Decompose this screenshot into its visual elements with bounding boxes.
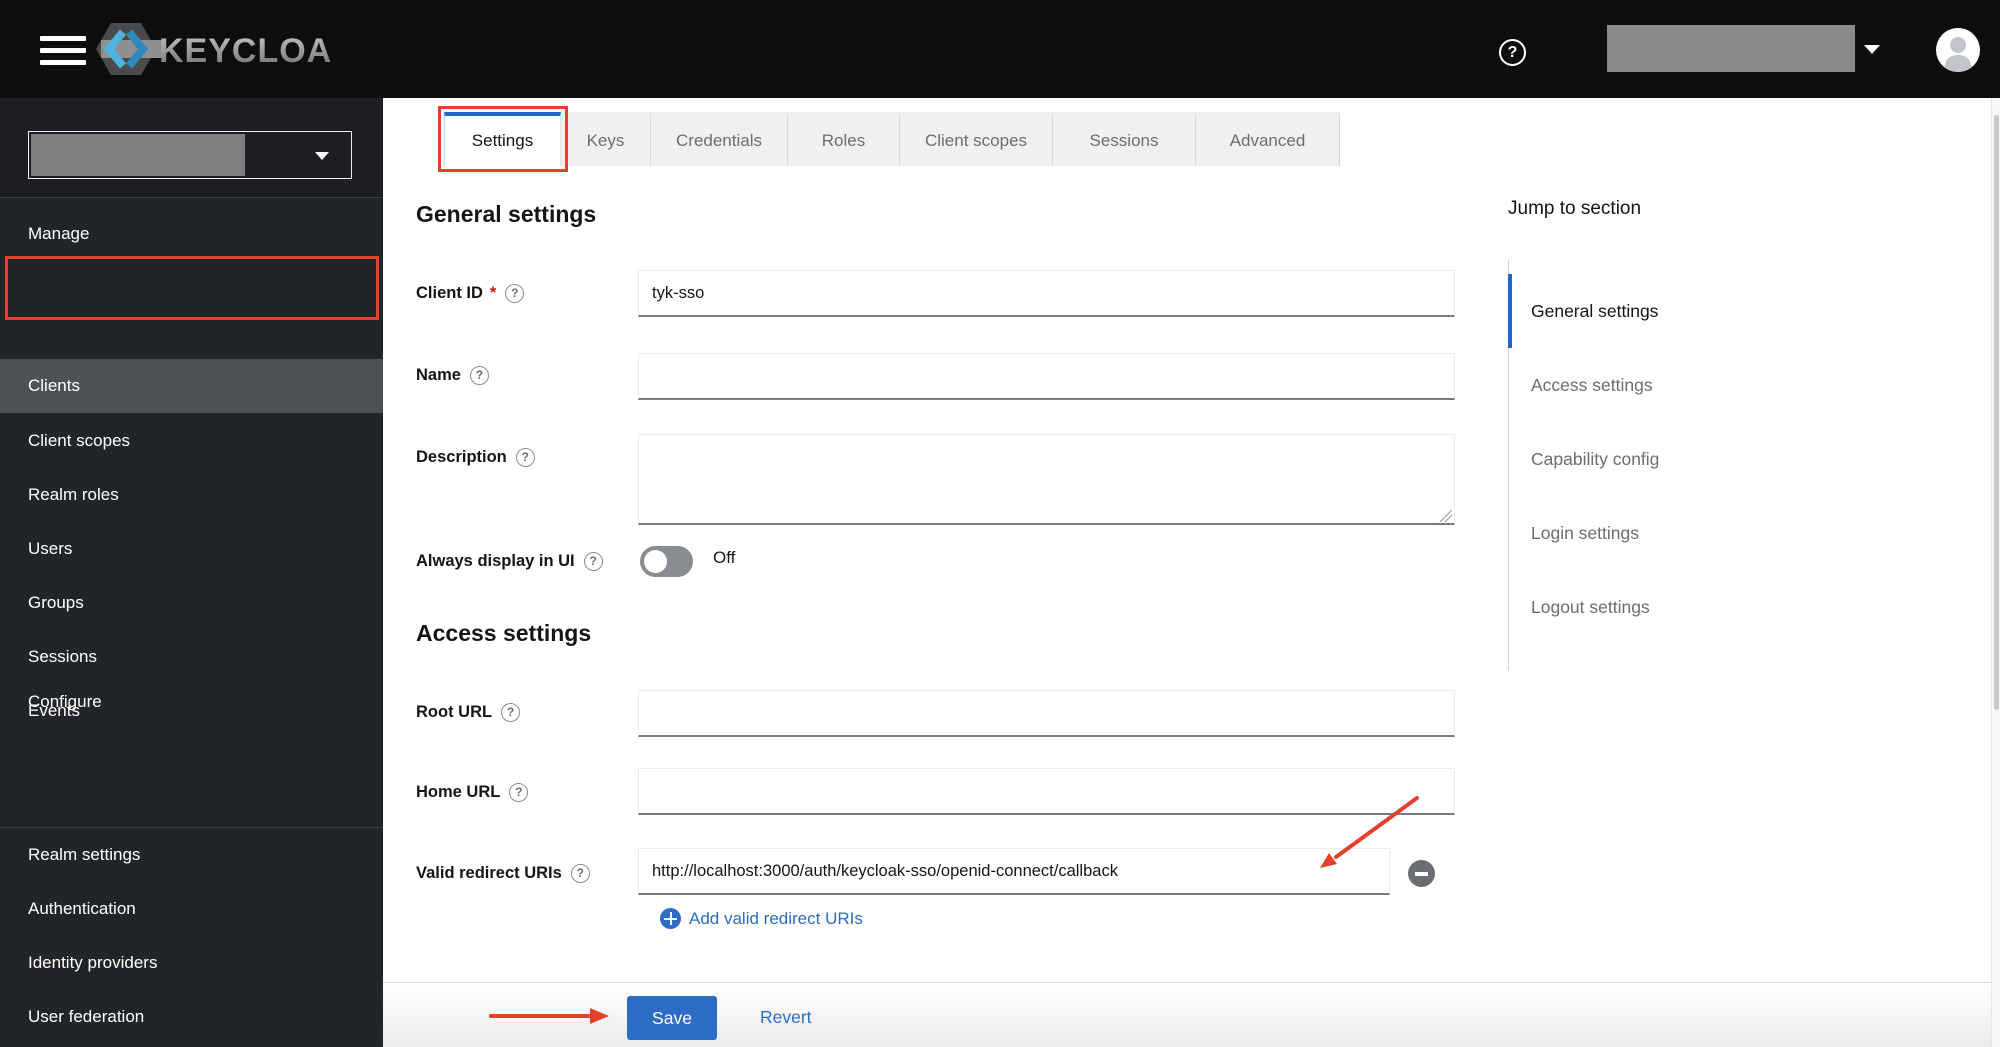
person-icon bbox=[1944, 37, 1972, 72]
home-url-label-row: Home URL ? bbox=[416, 779, 529, 805]
redirect-uris-help-icon[interactable]: ? bbox=[570, 863, 590, 883]
toggle-knob bbox=[644, 550, 667, 573]
revert-link[interactable]: Revert bbox=[760, 1007, 812, 1028]
sidebar-item-users[interactable]: Users bbox=[0, 522, 383, 576]
client-id-input[interactable] bbox=[638, 270, 1455, 317]
user-avatar[interactable] bbox=[1936, 28, 1980, 72]
remove-redirect-uri-button[interactable] bbox=[1408, 860, 1435, 887]
description-label: Description bbox=[416, 448, 507, 466]
name-input[interactable] bbox=[638, 353, 1455, 400]
nav-toggle-hamburger-icon[interactable] bbox=[40, 36, 86, 65]
client-id-label-row: Client ID * ? bbox=[416, 280, 525, 306]
root-url-input[interactable] bbox=[638, 690, 1455, 737]
name-label-row: Name ? bbox=[416, 362, 489, 388]
name-help-icon[interactable]: ? bbox=[469, 365, 489, 385]
sidebar-item-clients[interactable]: Clients bbox=[0, 359, 383, 413]
plus-circle-icon bbox=[660, 908, 681, 929]
keycloak-logo-image: KEYCLOAK bbox=[96, 23, 333, 75]
client-id-help-icon[interactable]: ? bbox=[505, 283, 525, 303]
sidebar-item-sessions[interactable]: Sessions bbox=[0, 630, 383, 684]
description-help-icon[interactable]: ? bbox=[515, 447, 535, 467]
client-settings-page: Settings Keys Credentials Roles Client s… bbox=[383, 98, 2000, 1047]
tab-advanced[interactable]: Advanced bbox=[1196, 112, 1340, 166]
toggle-state-label: Off bbox=[713, 548, 736, 567]
user-menu-caret-down-icon[interactable] bbox=[1864, 45, 1880, 54]
tab-client-scopes[interactable]: Client scopes bbox=[900, 112, 1053, 166]
sidebar-item-realm-roles[interactable]: Realm roles bbox=[0, 468, 383, 522]
sidebar-item-groups[interactable]: Groups bbox=[0, 576, 383, 630]
client-id-label: Client ID bbox=[416, 284, 483, 302]
jump-item-access-settings[interactable]: Access settings bbox=[1508, 348, 1768, 422]
sidebar-item-identity-providers[interactable]: Identity providers bbox=[0, 936, 383, 990]
realm-caret-down-icon bbox=[315, 152, 329, 160]
svg-text:KEYCLOAK: KEYCLOAK bbox=[159, 32, 333, 70]
description-label-row: Description ? bbox=[416, 444, 535, 470]
sidebar-item-realm-settings[interactable]: Realm settings bbox=[0, 828, 383, 882]
help-icon[interactable]: ? bbox=[1499, 39, 1526, 66]
always-display-label-row: Always display in UI ? bbox=[416, 548, 603, 574]
user-name-redacted[interactable] bbox=[1607, 25, 1855, 72]
tab-keys[interactable]: Keys bbox=[561, 112, 651, 166]
scrollbar-thumb[interactable] bbox=[1993, 115, 1999, 710]
page-scrollbar bbox=[1991, 98, 2000, 1047]
always-display-toggle[interactable] bbox=[640, 546, 693, 577]
redirect-uri-input[interactable] bbox=[638, 848, 1390, 895]
save-button[interactable]: Save bbox=[627, 996, 717, 1040]
redirect-uris-label-row: Valid redirect URIs ? bbox=[416, 860, 590, 886]
sidebar-nav: Manage Clients Client scopes Realm roles… bbox=[0, 98, 383, 1047]
always-display-help-icon[interactable]: ? bbox=[583, 551, 603, 571]
nav-section-configure: Configure bbox=[28, 692, 102, 711]
required-asterisk: * bbox=[489, 284, 497, 302]
jump-item-login-settings[interactable]: Login settings bbox=[1508, 496, 1768, 570]
always-display-label: Always display in UI bbox=[416, 552, 575, 570]
client-tabs: Settings Keys Credentials Roles Client s… bbox=[444, 112, 1340, 166]
sidebar-item-client-scopes[interactable]: Client scopes bbox=[0, 414, 383, 468]
keycloak-logo: KEYCLOAK KEYCLOAK bbox=[95, 17, 333, 81]
sidebar-item-user-federation[interactable]: User federation bbox=[0, 990, 383, 1044]
redirect-uris-label: Valid redirect URIs bbox=[416, 864, 562, 882]
masthead: KEYCLOAK KEYCLOAK ? bbox=[0, 0, 2000, 98]
realm-selector[interactable] bbox=[28, 131, 352, 179]
access-settings-heading: Access settings bbox=[416, 620, 592, 646]
home-url-help-icon[interactable]: ? bbox=[509, 782, 529, 802]
sidebar-item-authentication[interactable]: Authentication bbox=[0, 882, 383, 936]
jump-to-section-heading: Jump to section bbox=[1508, 198, 1642, 219]
jump-item-capability-config[interactable]: Capability config bbox=[1508, 422, 1768, 496]
tab-roles[interactable]: Roles bbox=[788, 112, 900, 166]
add-redirect-uri-link[interactable]: Add valid redirect URIs bbox=[660, 908, 863, 929]
keycloak-admin-console: KEYCLOAK KEYCLOAK ? Manage Clients Clien… bbox=[0, 0, 2000, 1047]
root-url-label-row: Root URL ? bbox=[416, 699, 521, 725]
nav-section-manage: Manage bbox=[28, 224, 90, 243]
tab-settings[interactable]: Settings bbox=[444, 112, 561, 166]
add-redirect-uri-label: Add valid redirect URIs bbox=[689, 908, 863, 928]
tab-sessions[interactable]: Sessions bbox=[1053, 112, 1196, 166]
form-action-bar: Save Revert bbox=[383, 982, 2000, 1047]
root-url-label: Root URL bbox=[416, 703, 493, 721]
jump-item-logout-settings[interactable]: Logout settings bbox=[1508, 570, 1768, 644]
root-url-help-icon[interactable]: ? bbox=[501, 702, 521, 722]
tab-credentials[interactable]: Credentials bbox=[651, 112, 788, 166]
jump-item-general-settings[interactable]: General settings bbox=[1508, 274, 1768, 348]
name-label: Name bbox=[416, 366, 461, 384]
realm-name-redacted bbox=[31, 134, 245, 176]
home-url-label: Home URL bbox=[416, 783, 501, 801]
general-settings-heading: General settings bbox=[416, 201, 597, 227]
description-textarea[interactable] bbox=[638, 434, 1455, 525]
home-url-input[interactable] bbox=[638, 768, 1455, 815]
realm-zone bbox=[0, 98, 383, 198]
